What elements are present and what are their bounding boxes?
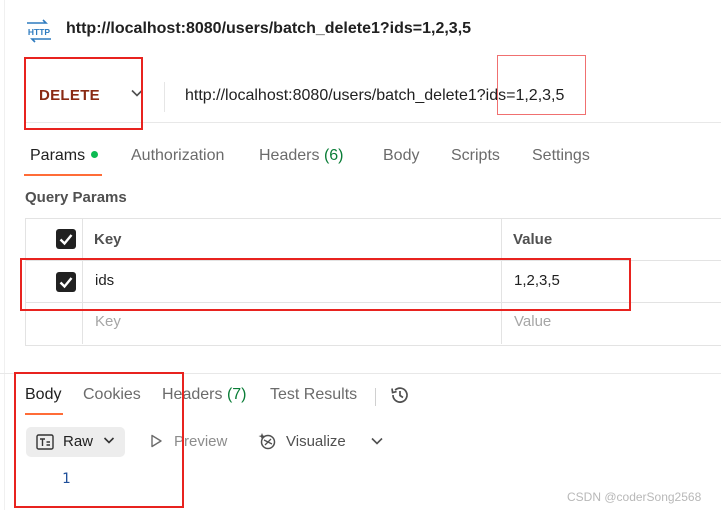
active-tab-indicator xyxy=(24,174,102,176)
query-params-label: Query Params xyxy=(25,189,127,206)
method-url-divider xyxy=(164,82,165,112)
tab-params[interactable]: Params xyxy=(30,147,99,165)
tab-body[interactable]: Body xyxy=(383,147,419,165)
visualize-icon[interactable] xyxy=(258,431,278,451)
left-edge-divider xyxy=(4,0,5,510)
tab-settings[interactable]: Settings xyxy=(532,147,590,165)
select-all-checkbox[interactable] xyxy=(56,229,76,249)
http-icon: HTTP xyxy=(24,17,54,45)
annotation-box-response xyxy=(14,372,184,508)
new-value-input[interactable]: Value xyxy=(514,313,551,330)
watermark: CSDN @coderSong2568 xyxy=(567,490,702,504)
annotation-box-query xyxy=(497,55,586,115)
response-tabs-separator xyxy=(375,388,376,406)
visualize-button[interactable]: Visualize xyxy=(286,433,346,450)
tab-headers[interactable]: Headers (6) xyxy=(259,147,344,165)
request-title: http://localhost:8080/users/batch_delete… xyxy=(66,20,472,37)
new-key-input[interactable]: Key xyxy=(95,313,121,330)
annotation-box-method xyxy=(24,57,143,130)
svg-text:HTTP: HTTP xyxy=(28,27,51,37)
params-active-dot xyxy=(91,151,99,158)
tab-headers-label: Headers xyxy=(259,147,320,164)
tab-scripts[interactable]: Scripts xyxy=(451,147,500,165)
tab-authorization[interactable]: Authorization xyxy=(131,147,224,165)
response-tab-test-results[interactable]: Test Results xyxy=(270,386,357,404)
column-header-key: Key xyxy=(94,231,122,248)
check-icon xyxy=(59,234,73,246)
response-headers-count: (7) xyxy=(226,386,247,403)
tab-params-label: Params xyxy=(30,147,86,164)
headers-count: (6) xyxy=(323,147,344,164)
annotation-box-param-row xyxy=(20,258,631,311)
history-icon[interactable] xyxy=(389,384,411,406)
chevron-down-icon[interactable] xyxy=(370,434,384,448)
column-header-value: Value xyxy=(513,231,553,248)
